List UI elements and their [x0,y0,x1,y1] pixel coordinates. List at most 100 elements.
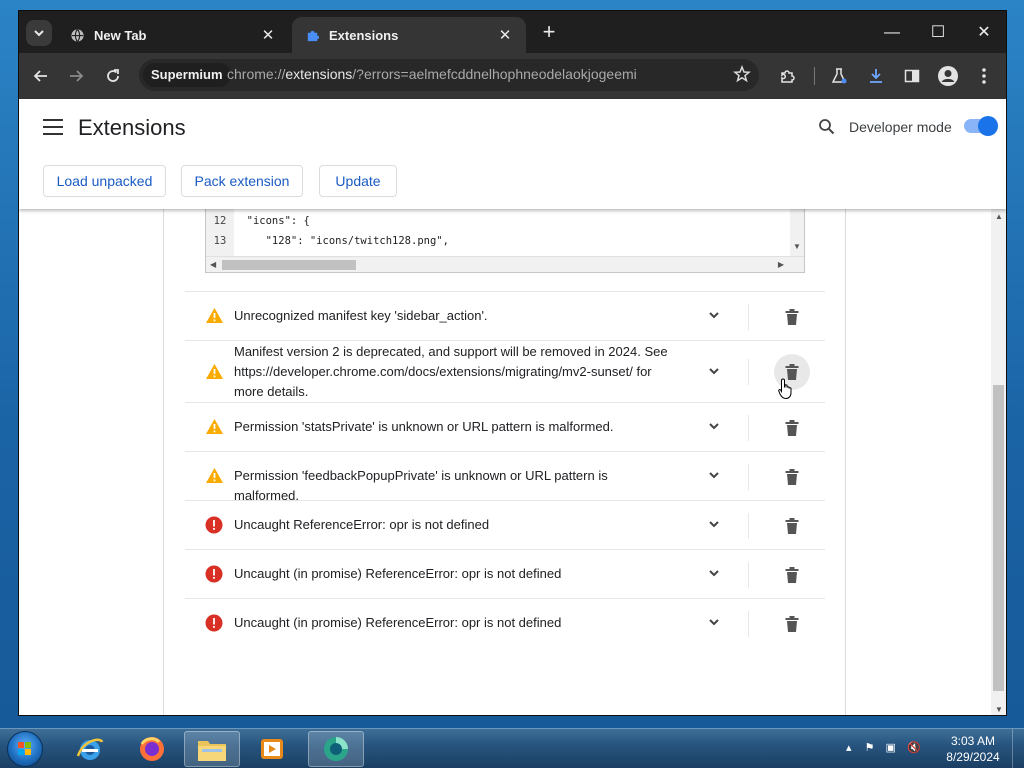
avatar-icon [938,66,958,86]
error-message[interactable]: Manifest version 2 is deprecated, and su… [234,342,674,402]
page-vertical-scrollbar[interactable]: ▲ ▼ [991,209,1006,715]
bookmark-star-icon[interactable] [733,64,751,88]
address-bar[interactable]: Supermium chrome://extensions/?errors=ae… [139,59,759,91]
delete-error-button[interactable] [774,606,810,642]
page-scroll-thumb[interactable] [993,385,1004,691]
error-row[interactable]: Uncaught ReferenceError: opr is not defi… [185,500,825,549]
delete-error-button[interactable] [774,299,810,335]
scroll-down-arrow-icon[interactable]: ▼ [793,242,801,251]
hamburger-menu-icon[interactable] [43,119,63,140]
delete-error-button[interactable] [774,410,810,446]
taskbar-supermium[interactable] [308,731,364,767]
code-horizontal-scrollbar[interactable]: ◀ ▶ [206,256,804,272]
expand-chevron-icon[interactable] [707,517,721,536]
delete-error-button[interactable] [774,508,810,544]
volume-muted-icon[interactable]: 🔇 [907,742,921,754]
row-divider [748,562,749,588]
pack-extension-button[interactable]: Pack extension [181,165,303,197]
supermium-icon [324,737,348,761]
back-button[interactable] [27,62,55,90]
download-icon [870,69,882,83]
trash-icon [785,616,799,632]
extensions-menu-button[interactable] [774,62,802,90]
flask-icon [831,68,847,84]
error-row[interactable]: Permission 'statsPrivate' is unknown or … [185,402,825,451]
tab-close-button[interactable]: ✕ [496,26,514,44]
tab-extensions[interactable]: Extensions ✕ [292,17,526,53]
browser-menu-button[interactable] [970,62,998,90]
puzzle-icon [781,70,795,83]
side-panel-button[interactable] [898,62,926,90]
tab-close-button[interactable]: ✕ [259,26,277,44]
close-window-button[interactable]: ✕ [962,19,1006,47]
scroll-left-arrow-icon[interactable]: ◀ [210,260,216,269]
profile-chip[interactable]: Supermium [143,63,231,87]
update-button[interactable]: Update [319,165,397,197]
forward-button[interactable] [62,62,90,90]
taskbar-firefox[interactable] [124,731,180,767]
reload-button[interactable] [99,62,127,90]
action-center-flag-icon[interactable]: ⚑ [865,742,875,754]
error-message[interactable]: Uncaught (in promise) ReferenceError: op… [234,613,674,633]
warning-icon [205,418,224,440]
start-button[interactable] [7,731,43,767]
network-icon[interactable]: ▣ [886,742,896,754]
scroll-down-arrow-icon[interactable]: ▼ [995,705,1003,714]
scroll-up-arrow-icon[interactable]: ▲ [995,212,1003,221]
extensions-header: Extensions Developer mode Load unpacked … [19,99,1006,209]
trash-icon [785,420,799,436]
error-row[interactable]: Permission 'feedbackPopupPrivate' is unk… [185,451,825,503]
clock-time: 3:03 AM [950,734,996,748]
maximize-button[interactable]: ☐ [916,19,960,47]
error-message[interactable]: Unrecognized manifest key 'sidebar_actio… [234,306,674,326]
page-title: Extensions [78,115,186,140]
clock-date: 8/29/2024 [946,750,1000,764]
trash-icon [785,518,799,534]
code-text: "128": "icons/twitch128.png", [234,235,449,247]
expand-chevron-icon[interactable] [707,615,721,634]
code-horizontal-scroll-thumb[interactable] [222,260,356,270]
trash-icon [785,567,799,583]
labs-button[interactable] [825,62,853,90]
url-text[interactable]: chrome://extensions/?errors=aelmefcddnel… [227,66,637,82]
reload-icon [107,69,119,82]
delete-error-button[interactable] [774,459,810,495]
tab-new-tab[interactable]: New Tab ✕ [57,17,289,53]
expand-chevron-icon[interactable] [707,308,721,327]
error-message[interactable]: Uncaught ReferenceError: opr is not defi… [234,515,674,535]
new-tab-button[interactable]: + [537,21,561,45]
tray-expand-icon[interactable]: ▴ [846,742,852,754]
taskbar-clock[interactable]: 3:03 AM 8/29/2024 [940,733,1006,765]
minimize-button[interactable]: — [870,19,914,47]
error-row[interactable]: Uncaught (in promise) ReferenceError: op… [185,549,825,598]
system-tray: ▴ ⚑ ▣ 🔇 [846,741,921,754]
expand-chevron-icon[interactable] [707,468,721,487]
taskbar: ▴ ⚑ ▣ 🔇 3:03 AM 8/29/2024 [0,728,1024,768]
warning-icon [205,363,224,385]
errors-page-content: 12 "icons": { 13 "128": "icons/twitch128… [19,209,1006,715]
error-row[interactable]: Uncaught (in promise) ReferenceError: op… [185,598,825,647]
scroll-right-arrow-icon[interactable]: ▶ [778,260,784,269]
toolbar-separator [814,67,815,85]
error-row[interactable]: Unrecognized manifest key 'sidebar_actio… [185,291,825,340]
error-message[interactable]: Uncaught (in promise) ReferenceError: op… [234,564,674,584]
show-desktop-button[interactable] [1012,729,1024,768]
profile-button[interactable] [934,62,962,90]
error-message[interactable]: Permission 'statsPrivate' is unknown or … [234,417,674,437]
expand-chevron-icon[interactable] [707,364,721,383]
taskbar-media-player[interactable] [244,731,300,767]
load-unpacked-button[interactable]: Load unpacked [43,165,166,197]
downloads-button[interactable] [862,62,890,90]
tab-search-button[interactable] [26,20,52,46]
delete-error-button[interactable] [774,557,810,593]
error-circle-icon [205,614,223,637]
search-icon[interactable] [818,118,835,140]
developer-mode-toggle[interactable] [964,116,998,136]
trash-icon [785,309,799,325]
taskbar-file-explorer[interactable] [184,731,240,767]
expand-chevron-icon[interactable] [707,419,721,438]
code-vertical-scrollbar[interactable]: ▼ [790,209,804,256]
taskbar-internet-explorer[interactable] [62,731,118,767]
expand-chevron-icon[interactable] [707,566,721,585]
error-row[interactable]: Manifest version 2 is deprecated, and su… [185,340,825,402]
